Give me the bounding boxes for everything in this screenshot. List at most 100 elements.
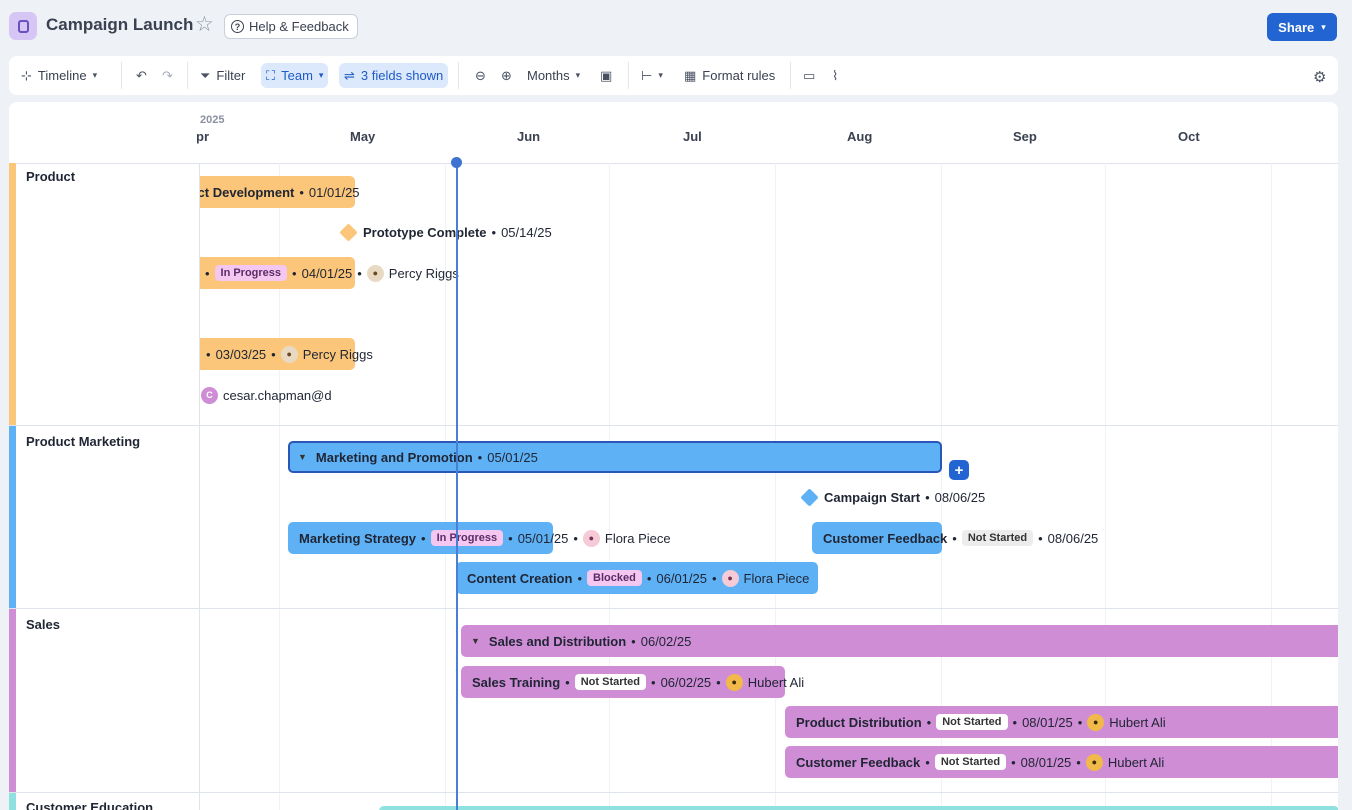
- item-name: Content Creation: [467, 570, 573, 586]
- group-label-product[interactable]: Product: [26, 169, 75, 184]
- arrange-icon: ⊢: [641, 67, 653, 83]
- owner-name: Flora Piece: [743, 570, 810, 586]
- undo-icon: ↶: [136, 67, 147, 83]
- item-name: Product Distribution: [796, 714, 922, 730]
- comment-icon: ▭: [803, 67, 816, 83]
- format-rules-button[interactable]: ▦ Format rules: [679, 63, 780, 88]
- label-marketing-and-promotion: ▼ Marketing and Promotion • 05/01/25: [298, 447, 538, 467]
- view-label: Timeline: [37, 68, 87, 83]
- separator-dot: •: [577, 570, 583, 586]
- filter-button[interactable]: ⏷ Filter: [195, 63, 250, 88]
- separator-dot: •: [565, 674, 570, 690]
- avatar: ●: [725, 673, 743, 691]
- settings-icon[interactable]: ⚙: [1313, 68, 1326, 86]
- filter-icon: ⏷: [200, 67, 211, 83]
- item-date: 08/01/25: [1020, 754, 1072, 770]
- status-badge: In Progress: [430, 530, 504, 546]
- separator-dot: •: [491, 224, 497, 240]
- attachments-button[interactable]: ⌇: [827, 63, 843, 88]
- milestone-campaign-start[interactable]: Campaign Start • 08/06/25: [800, 487, 985, 507]
- page-title[interactable]: Campaign Launch: [46, 15, 193, 35]
- label-content-creation: Content Creation • Blocked • 06/01/25 • …: [467, 568, 809, 588]
- collapse-caret-icon[interactable]: ▼: [471, 636, 480, 646]
- separator-dot: •: [631, 633, 636, 649]
- separator-dot: •: [1077, 714, 1083, 730]
- owner-name: Flora Piece: [604, 530, 671, 546]
- separator-dot: •: [299, 184, 304, 200]
- month-label-may: May: [350, 129, 376, 144]
- item-name: Prototype Complete: [363, 224, 487, 240]
- status-badge: In Progress: [214, 265, 288, 281]
- arrange-button[interactable]: ⊢ ▾: [636, 63, 668, 88]
- group-by-button[interactable]: ⛶ Team ▾: [261, 63, 329, 88]
- owner-name: Hubert Ali: [1109, 714, 1166, 730]
- fields-button[interactable]: ⇌ 3 fields shown: [339, 63, 449, 88]
- item-date: 06/02/25: [660, 674, 712, 690]
- item-name: Customer Feedback: [823, 530, 948, 546]
- owner-name: Percy Riggs: [388, 265, 459, 281]
- separator-dot: •: [1012, 714, 1018, 730]
- status-badge: Not Started: [934, 754, 1007, 770]
- chevron-down-icon: ▾: [575, 70, 581, 80]
- separator-dot: •: [711, 570, 717, 586]
- format-rules-label: Format rules: [702, 68, 776, 83]
- label-sales-training: Sales Training • Not Started • 06/02/25 …: [472, 672, 804, 692]
- label-customer-feedback-marketing: Customer Feedback • Not Started • 08/06/…: [823, 528, 1098, 548]
- separator-dot: •: [952, 530, 957, 546]
- group-color-product-marketing: [9, 426, 16, 608]
- group-label-product-marketing[interactable]: Product Marketing: [26, 434, 140, 449]
- zoom-in-icon: ⊕: [501, 67, 512, 83]
- bar-customer-education[interactable]: [379, 806, 1338, 810]
- item-date: 06/01/25: [656, 570, 707, 586]
- group-label-sales[interactable]: Sales: [26, 617, 60, 632]
- scale-label: Months: [527, 68, 570, 83]
- milestone-prototype-complete[interactable]: Prototype Complete • 05/14/25: [339, 222, 552, 242]
- month-label-jun: Jun: [517, 129, 541, 144]
- avatar: ●: [280, 345, 298, 363]
- separator-dot: •: [651, 674, 656, 690]
- item-date: 08/06/25: [1047, 530, 1099, 546]
- today-marker-handle[interactable]: [451, 157, 462, 168]
- group-icon: ⛶: [266, 67, 276, 83]
- share-label: Share: [1278, 19, 1315, 35]
- add-item-button[interactable]: +: [949, 460, 969, 480]
- redo-button[interactable]: ↷: [157, 63, 178, 88]
- collapse-caret-icon[interactable]: ▼: [298, 452, 307, 462]
- separator-dot: •: [1076, 754, 1081, 770]
- chevron-down-icon: ▾: [658, 70, 663, 80]
- label-marketing-strategy: Marketing Strategy • In Progress • 05/01…: [299, 528, 671, 548]
- avatar: ●: [1087, 713, 1105, 731]
- status-badge: Blocked: [587, 570, 642, 586]
- zoom-in-button[interactable]: ⊕: [496, 63, 517, 88]
- divider: [458, 62, 459, 89]
- item-name: Sales and Distribution: [488, 633, 627, 649]
- undo-button[interactable]: ↶: [131, 63, 152, 88]
- item-name: Campaign Start: [824, 489, 921, 505]
- group-label-customer-education[interactable]: Customer Education: [26, 800, 153, 810]
- month-label-apr: Apr: [197, 129, 209, 144]
- divider: [628, 62, 629, 89]
- help-feedback-label: Help & Feedback: [249, 19, 349, 34]
- comments-button[interactable]: ▭: [798, 63, 820, 88]
- group-color-product: [9, 163, 16, 425]
- toolbar: ⊹ Timeline ▾ ↶ ↷ ⏷ Filter ⛶ Team ▾ ⇌ 3 f…: [9, 56, 1338, 95]
- help-feedback-button[interactable]: ? Help & Feedback: [224, 14, 358, 39]
- zoom-out-button[interactable]: ⊖: [470, 63, 491, 88]
- separator-dot: •: [573, 530, 578, 546]
- view-switcher[interactable]: ⊹ Timeline ▾: [16, 63, 102, 88]
- fit-view-button[interactable]: ▣: [595, 63, 617, 88]
- redo-icon: ↷: [162, 67, 173, 83]
- fields-label: 3 fields shown: [360, 68, 444, 83]
- share-button[interactable]: Share ▾: [1267, 13, 1337, 41]
- group-label: Team: [281, 68, 313, 83]
- separator-dot: •: [926, 714, 932, 730]
- timeline-body: Product Development • 01/01/25 Prototype…: [200, 164, 1338, 810]
- item-date: 05/01/25: [487, 449, 538, 465]
- separator-dot: •: [477, 449, 483, 465]
- time-scale-select[interactable]: Months ▾: [522, 63, 585, 88]
- label-product-row5[interactable]: C cesar.chapman@d: [201, 385, 332, 405]
- group-color-sales: [9, 609, 16, 792]
- star-icon[interactable]: ☆: [195, 14, 214, 36]
- today-marker-line: [456, 162, 458, 810]
- app-icon[interactable]: [9, 12, 37, 40]
